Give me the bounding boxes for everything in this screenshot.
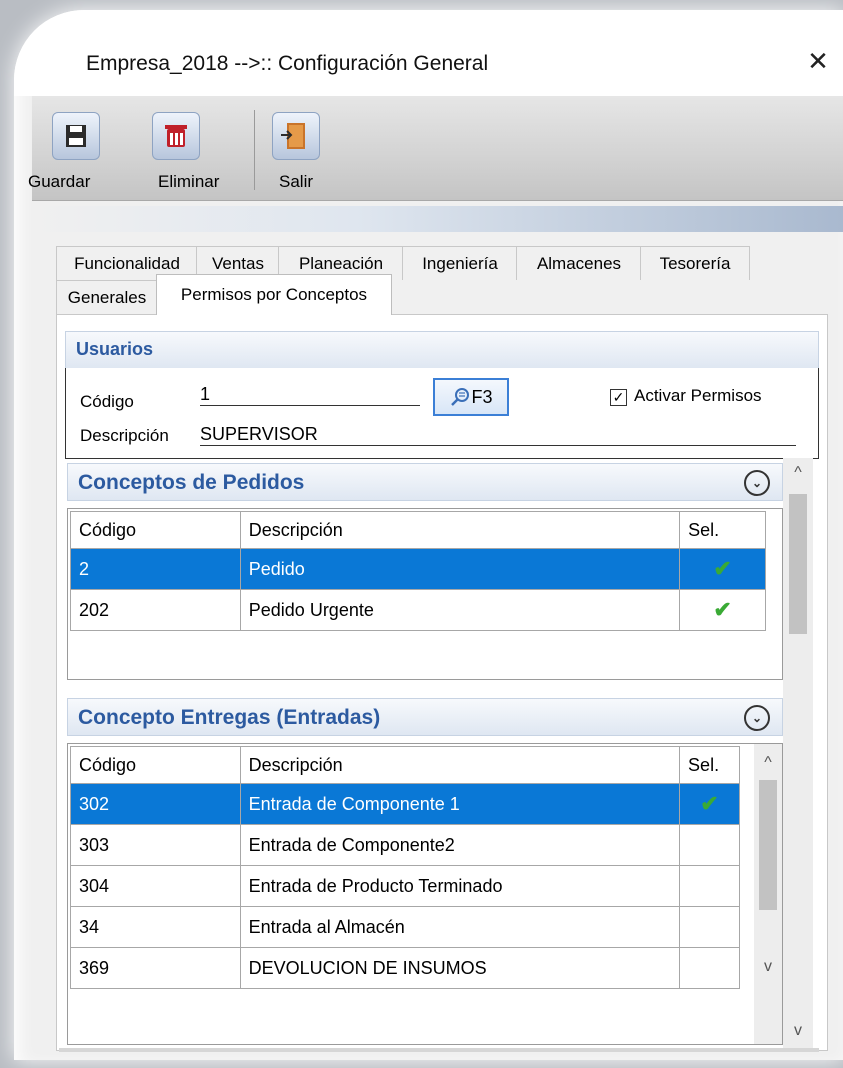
- codigo-field[interactable]: 1: [200, 384, 420, 406]
- toolbar-strip: [32, 206, 843, 232]
- guardar-button[interactable]: Guardar: [28, 106, 116, 196]
- search-icon: [451, 388, 470, 406]
- scroll-down-icon[interactable]: v: [754, 954, 782, 980]
- trash-icon: [152, 112, 200, 160]
- table-row[interactable]: 302 Entrada de Componente 1 ✔: [70, 783, 740, 825]
- descripcion-label: Descripción: [80, 426, 169, 445]
- cell-codigo: 202: [70, 589, 241, 631]
- table-row[interactable]: 369 DEVOLUCION DE INSUMOS: [70, 947, 740, 989]
- tab-permisos-por-conceptos[interactable]: Permisos por Conceptos: [156, 274, 392, 315]
- guardar-label: Guardar: [28, 172, 91, 191]
- tab-ingenieria[interactable]: Ingeniería: [402, 246, 518, 280]
- usuarios-header: Usuarios: [65, 331, 819, 369]
- salir-button[interactable]: Salir: [260, 106, 330, 196]
- tab-generales[interactable]: Generales: [56, 280, 158, 314]
- pedidos-header: Conceptos de Pedidos ⌄: [67, 463, 783, 501]
- table-row[interactable]: 304 Entrada de Producto Terminado: [70, 865, 740, 907]
- table-row[interactable]: 34 Entrada al Almacén: [70, 906, 740, 948]
- cell-codigo: 302: [70, 783, 241, 825]
- activar-permisos-checkbox[interactable]: ✓: [610, 389, 627, 406]
- col-descripcion[interactable]: Descripción: [239, 511, 681, 549]
- window-title: Empresa_2018 -->:: Configuración General: [86, 52, 489, 75]
- scroll-thumb[interactable]: [789, 494, 807, 634]
- pedidos-grid: Código Descripción Sel. 2 Pedido ✔ 202 P…: [67, 508, 783, 680]
- cell-codigo: 303: [70, 824, 241, 866]
- horizontal-scroll-track[interactable]: [59, 1048, 819, 1052]
- cell-codigo: 304: [70, 865, 241, 907]
- pedidos-collapse-chevron-icon[interactable]: ⌄: [744, 470, 770, 496]
- col-sel[interactable]: Sel.: [679, 746, 740, 784]
- entregas-grid: Código Descripción Sel. 302 Entrada de C…: [67, 743, 783, 1045]
- lookup-f3-label: F3: [471, 386, 493, 407]
- col-sel[interactable]: Sel.: [679, 511, 766, 549]
- col-codigo[interactable]: Código: [70, 746, 241, 784]
- eliminar-button[interactable]: Eliminar: [124, 106, 234, 196]
- col-codigo[interactable]: Código: [70, 511, 241, 549]
- check-icon[interactable]: ✔: [713, 597, 731, 622]
- descripcion-field[interactable]: SUPERVISOR: [200, 424, 796, 446]
- scroll-up-icon[interactable]: ^: [754, 750, 782, 776]
- entregas-title: Concepto Entregas (Entradas): [78, 706, 381, 729]
- table-row[interactable]: 2 Pedido ✔: [70, 548, 766, 590]
- usuarios-title: Usuarios: [76, 339, 154, 359]
- permisos-tab-page: Usuarios Código 1 F3 ✓ Activar Permisos …: [56, 314, 828, 1052]
- lookup-f3-button[interactable]: F3: [433, 378, 509, 416]
- tabpage-scrollbar[interactable]: ^ v: [783, 458, 813, 1048]
- entregas-scrollbar[interactable]: ^ v: [754, 744, 782, 1044]
- cell-codigo: 34: [70, 906, 241, 948]
- toolbar-separator: [254, 110, 255, 190]
- check-icon[interactable]: ✔: [700, 791, 718, 816]
- scroll-down-icon[interactable]: v: [783, 1018, 813, 1044]
- save-icon: [52, 112, 100, 160]
- tab-almacenes[interactable]: Almacenes: [516, 246, 642, 280]
- cell-descripcion: Entrada de Producto Terminado: [239, 865, 681, 907]
- scroll-thumb[interactable]: [759, 780, 777, 910]
- cell-descripcion: DEVOLUCION DE INSUMOS: [239, 947, 681, 989]
- exit-door-icon: [272, 112, 320, 160]
- close-button[interactable]: ✕: [801, 44, 835, 78]
- cell-descripcion: Entrada de Componente2: [239, 824, 681, 866]
- cell-descripcion: Pedido: [239, 548, 681, 590]
- entregas-header: Concepto Entregas (Entradas) ⌄: [67, 698, 783, 736]
- col-descripcion[interactable]: Descripción: [239, 746, 681, 784]
- table-row[interactable]: 202 Pedido Urgente ✔: [70, 589, 766, 631]
- config-window: Empresa_2018 -->:: Configuración General…: [14, 10, 843, 1060]
- toolbar: Guardar Eliminar Salir: [28, 96, 843, 201]
- cell-descripcion: Pedido Urgente: [239, 589, 681, 631]
- cell-descripcion: Entrada de Componente 1: [239, 783, 681, 825]
- usuarios-panel: Código 1 F3 ✓ Activar Permisos Descripci…: [65, 368, 819, 459]
- salir-label: Salir: [279, 172, 314, 191]
- activar-permisos-label: Activar Permisos: [634, 386, 762, 405]
- cell-descripcion: Entrada al Almacén: [239, 906, 681, 948]
- title-bar: Empresa_2018 -->:: Configuración General…: [14, 10, 843, 96]
- scroll-up-icon[interactable]: ^: [783, 460, 813, 486]
- pedidos-header-row: Código Descripción Sel.: [70, 511, 766, 549]
- check-icon[interactable]: ✔: [713, 556, 731, 581]
- cell-codigo: 369: [70, 947, 241, 989]
- tab-tesoreria[interactable]: Tesorería: [640, 246, 750, 280]
- entregas-header-row: Código Descripción Sel.: [70, 746, 740, 784]
- table-row[interactable]: 303 Entrada de Componente2: [70, 824, 740, 866]
- eliminar-label: Eliminar: [158, 172, 220, 191]
- cell-codigo: 2: [70, 548, 241, 590]
- codigo-label: Código: [80, 392, 134, 411]
- pedidos-title: Conceptos de Pedidos: [78, 471, 305, 494]
- entregas-collapse-chevron-icon[interactable]: ⌄: [744, 705, 770, 731]
